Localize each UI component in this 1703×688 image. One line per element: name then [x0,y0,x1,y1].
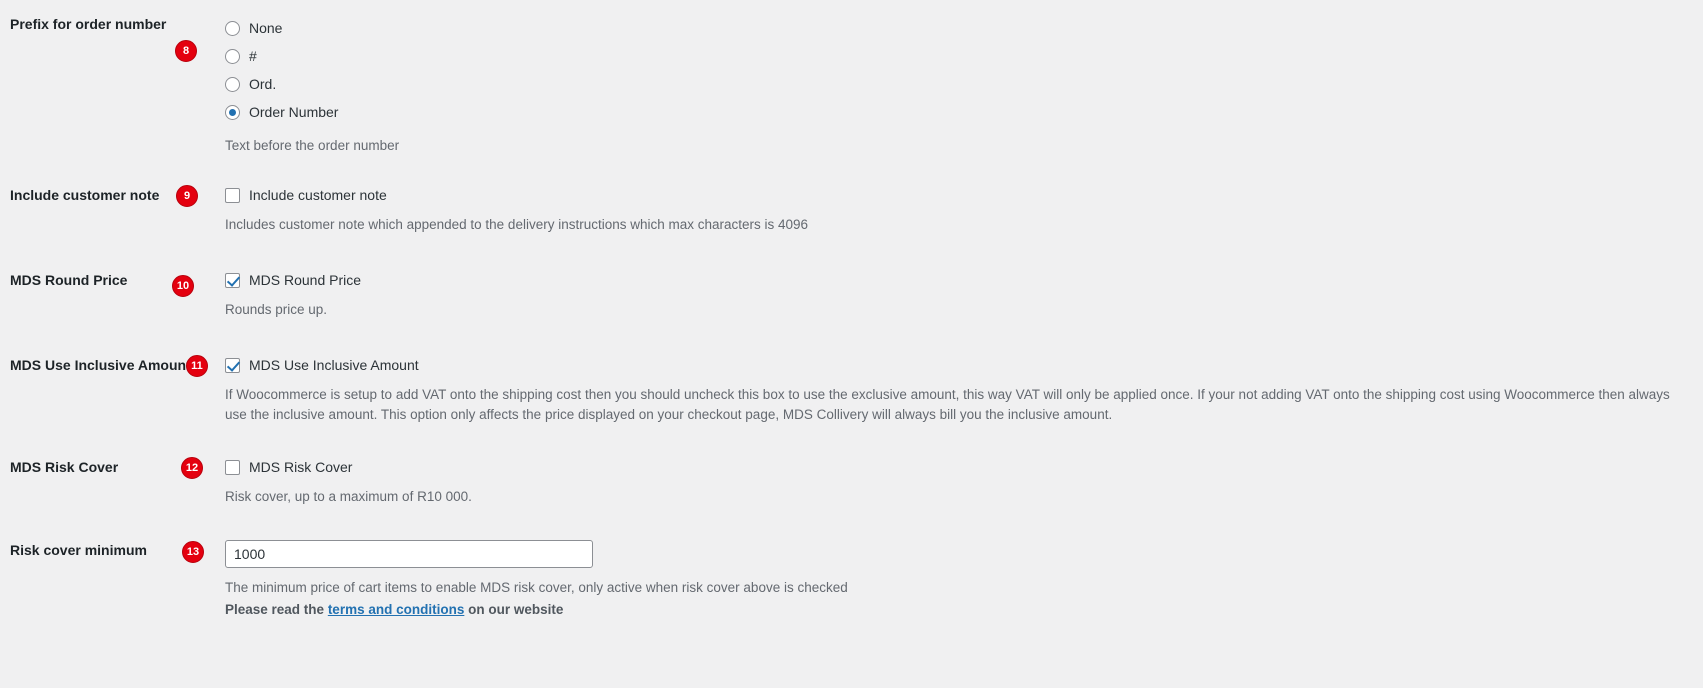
label-cell-prefix: Prefix for order number 8 [0,14,225,62]
label-cell-round-price: MDS Round Price 10 [0,270,225,297]
field-cell-risk-cover-minimum: The minimum price of cart items to enabl… [225,540,1703,621]
radio-label-order-number: Order Number [249,104,339,120]
description-customer-note: Includes customer note which appended to… [225,217,809,232]
label-cell-risk-cover: MDS Risk Cover 12 [0,457,225,479]
checkbox-option-customer-note[interactable]: Include customer note [225,185,1693,205]
checkbox-option-round-price[interactable]: MDS Round Price [225,270,1693,290]
checkbox-icon-risk-cover[interactable] [225,459,240,475]
radio-label-ord: Ord. [249,76,277,92]
checkbox-icon-inclusive-amount[interactable] [225,357,240,373]
terms-note-suffix: on our website [464,602,564,618]
radio-option-hash[interactable]: # [225,42,1693,70]
radio-icon-order-number[interactable] [225,104,240,120]
setting-row-include-customer-note: Include customer note 9 Include customer… [0,185,1703,235]
radio-option-ord[interactable]: Ord. [225,70,1693,98]
step-badge-12: 12 [181,457,203,479]
field-cell-round-price: MDS Round Price Rounds price up. [225,270,1703,320]
setting-row-risk-cover-minimum: Risk cover minimum 13 The minimum price … [0,540,1703,621]
terms-note-prefix: Please read the [225,602,328,618]
setting-row-mds-use-inclusive-amount: MDS Use Inclusive Amount 11 MDS Use Incl… [0,355,1703,426]
checkbox-label-inclusive-amount: MDS Use Inclusive Amount [249,357,419,373]
label-cell-risk-cover-minimum: Risk cover minimum 13 [0,540,225,563]
radio-label-hash: # [249,48,257,64]
description-risk-cover: Risk cover, up to a maximum of R10 000. [225,489,472,504]
terms-note: Please read the terms and conditions on … [225,600,1693,620]
description-round-price: Rounds price up. [225,302,328,317]
setting-label-risk-cover-minimum: Risk cover minimum [10,542,147,558]
setting-row-mds-round-price: MDS Round Price 10 MDS Round Price Round… [0,270,1703,320]
checkbox-label-risk-cover: MDS Risk Cover [249,459,353,475]
setting-label-customer-note: Include customer note [10,187,160,203]
step-badge-13: 13 [182,541,204,563]
checkbox-option-risk-cover[interactable]: MDS Risk Cover [225,457,1693,477]
step-badge-10: 10 [172,275,194,297]
description-inclusive-amount: If Woocommerce is setup to add VAT onto … [225,387,1670,423]
description-risk-cover-minimum: The minimum price of cart items to enabl… [225,580,848,595]
step-badge-8: 8 [175,40,197,62]
checkbox-option-inclusive-amount[interactable]: MDS Use Inclusive Amount [225,355,1693,375]
checkbox-icon-round-price[interactable] [225,272,240,288]
field-cell-prefix: None # Ord. Order Number Text before the… [225,14,1703,156]
field-cell-inclusive-amount: MDS Use Inclusive Amount If Woocommerce … [225,355,1703,426]
checkbox-icon-customer-note[interactable] [225,187,240,203]
setting-row-mds-risk-cover: MDS Risk Cover 12 MDS Risk Cover Risk co… [0,457,1703,507]
terms-and-conditions-link[interactable]: terms and conditions [328,602,465,617]
step-badge-9: 9 [176,185,198,207]
risk-cover-minimum-input[interactable] [225,540,593,568]
label-cell-inclusive-amount: MDS Use Inclusive Amount 11 [0,355,225,377]
radio-icon-hash[interactable] [225,48,240,64]
checkbox-label-customer-note: Include customer note [249,187,387,203]
radio-icon-ord[interactable] [225,76,240,92]
setting-label-risk-cover: MDS Risk Cover [10,459,119,475]
radio-option-order-number[interactable]: Order Number [225,98,1693,126]
radio-option-none[interactable]: None [225,14,1693,42]
field-cell-customer-note: Include customer note Includes customer … [225,185,1703,235]
setting-row-prefix-for-order-number: Prefix for order number 8 None # Ord. Or… [0,14,1703,156]
field-cell-risk-cover: MDS Risk Cover Risk cover, up to a maxim… [225,457,1703,507]
step-badge-11: 11 [186,355,208,377]
setting-label-inclusive-amount: MDS Use Inclusive Amount [10,357,191,373]
radio-icon-none[interactable] [225,20,240,36]
setting-label-prefix: Prefix for order number [10,16,167,32]
checkbox-label-round-price: MDS Round Price [249,272,362,288]
description-prefix: Text before the order number [225,138,400,153]
label-cell-customer-note: Include customer note 9 [0,185,225,207]
setting-label-round-price: MDS Round Price [10,272,128,288]
radio-label-none: None [249,20,283,36]
